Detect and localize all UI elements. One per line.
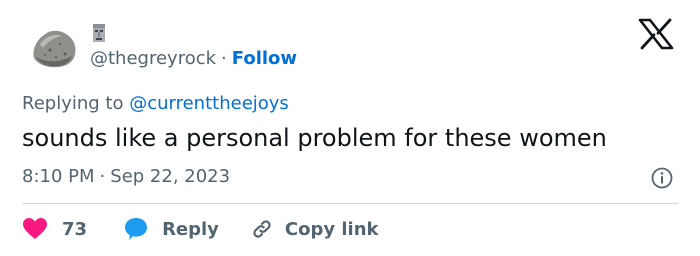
link-icon: [253, 220, 271, 238]
tweet-timestamp[interactable]: 8:10 PM · Sep 22, 2023: [22, 166, 230, 187]
divider: [22, 203, 678, 204]
follow-button[interactable]: Follow: [232, 48, 297, 69]
like-count: 73: [62, 218, 88, 240]
reply-label: Reply: [162, 218, 219, 240]
like-button[interactable]: 73: [22, 217, 87, 241]
author-line: @thegreyrock · Follow: [90, 48, 297, 69]
speech-bubble-icon: [125, 218, 148, 240]
replying-prefix: Replying to: [22, 93, 124, 114]
copy-link-label: Copy link: [284, 218, 379, 240]
info-icon[interactable]: [651, 167, 673, 189]
separator-dot: ·: [99, 166, 106, 187]
replying-to-line: Replying to @currenttheejoys: [22, 93, 289, 114]
author-handle[interactable]: @thegreyrock: [90, 48, 216, 69]
action-bar: 73 Reply Copy link: [22, 214, 379, 244]
tweet-text: sounds like a personal problem for these…: [22, 124, 607, 152]
moai-emoji-icon: [93, 24, 105, 42]
tweet-time: 8:10 PM: [22, 166, 95, 187]
avatar[interactable]: [30, 24, 78, 72]
x-logo-icon[interactable]: [636, 18, 676, 50]
copy-link-button[interactable]: Copy link: [249, 216, 379, 242]
tweet-date: Sep 22, 2023: [110, 166, 231, 187]
reply-button[interactable]: Reply: [123, 216, 219, 242]
heart-icon: [23, 218, 47, 239]
reply-mention-link[interactable]: @currenttheejoys: [129, 93, 289, 114]
separator-dot: ·: [221, 48, 227, 69]
